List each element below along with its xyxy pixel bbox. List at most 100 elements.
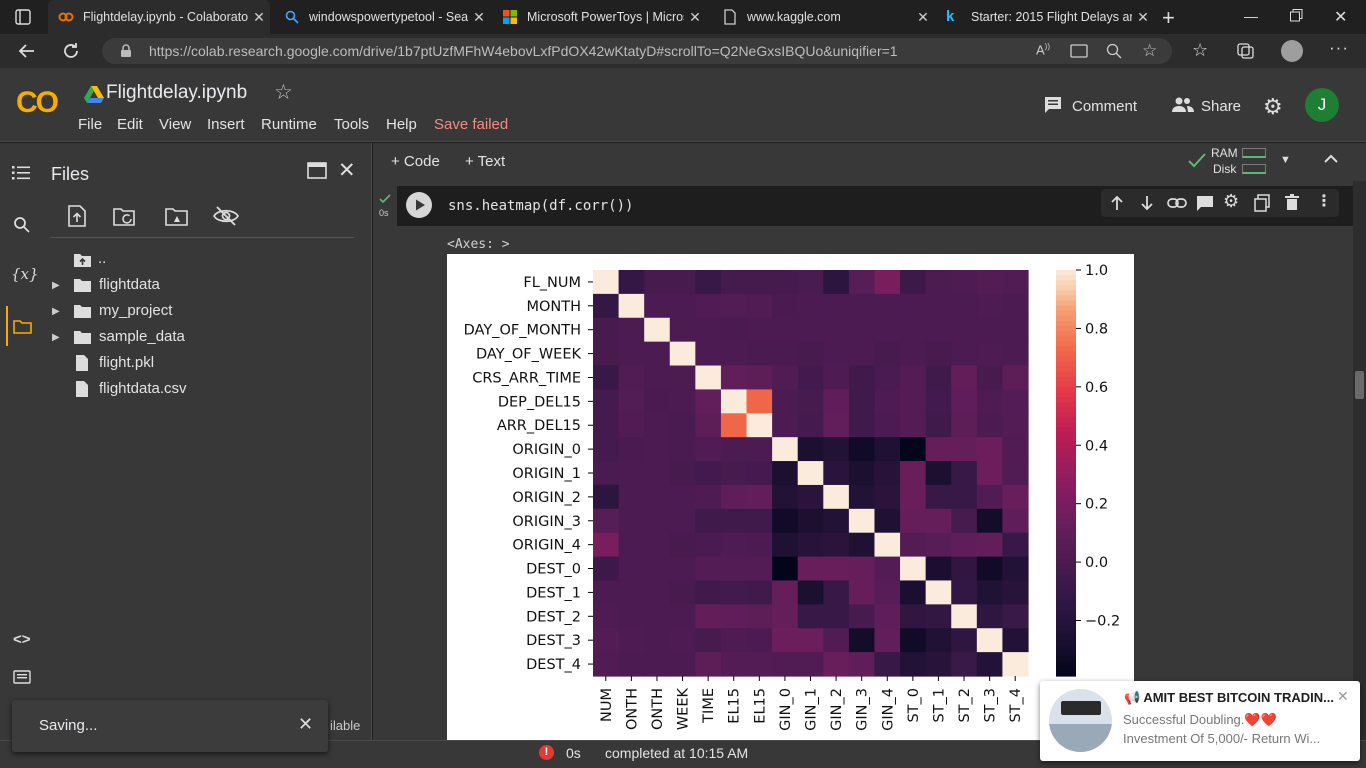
- vertical-scrollbar[interactable]: [1353, 181, 1366, 740]
- colorbar-segment: [1056, 462, 1076, 469]
- settings-gear-icon[interactable]: ⚙: [1263, 94, 1283, 120]
- star-icon[interactable]: ☆: [274, 80, 293, 105]
- close-tab-icon[interactable]: ✕: [248, 9, 270, 26]
- heatmap-cell: [772, 389, 799, 414]
- minimize-window-icon[interactable]: —: [1244, 8, 1258, 24]
- open-in-tab-icon[interactable]: [307, 162, 327, 179]
- share-button[interactable]: Share: [1201, 98, 1241, 115]
- menu-view[interactable]: View: [159, 116, 191, 133]
- heatmap-cell: [900, 413, 927, 438]
- read-aloud-icon[interactable]: A)): [1036, 42, 1050, 57]
- move-up-arrow-icon[interactable]: [1110, 195, 1124, 211]
- tree-item-flightdata-csv[interactable]: flightdata.csv: [99, 380, 187, 397]
- profile-avatar-icon[interactable]: [1281, 40, 1303, 62]
- mirror-cell-icon[interactable]: [1254, 194, 1270, 212]
- save-failed-status[interactable]: Save failed: [434, 116, 508, 133]
- menu-insert[interactable]: Insert: [207, 116, 245, 133]
- expand-arrow-icon[interactable]: ▶: [52, 332, 60, 343]
- connected-check-icon[interactable]: [1187, 152, 1207, 170]
- close-tab-icon[interactable]: ✕: [912, 9, 934, 26]
- close-ad-icon[interactable]: ✕: [1337, 688, 1349, 705]
- tree-item-flightdata[interactable]: flightdata: [99, 276, 160, 293]
- favorites-icon[interactable]: ☆: [1192, 40, 1208, 61]
- add-favorite-icon[interactable]: ☆: [1142, 41, 1157, 61]
- tree-item-sample-data[interactable]: sample_data: [99, 328, 185, 345]
- close-toast-icon[interactable]: ✕: [298, 714, 313, 735]
- tab-colab[interactable]: Flightdelay.ipynb - Colaborato ✕: [48, 0, 270, 34]
- resources-dropdown-icon[interactable]: ▼: [1280, 154, 1291, 166]
- close-panel-icon[interactable]: ✕: [338, 158, 356, 183]
- upload-file-icon[interactable]: [68, 205, 86, 227]
- add-code-button[interactable]: + Code: [391, 153, 440, 170]
- url-field[interactable]: https://colab.research.google.com/drive/…: [102, 38, 1172, 64]
- collapse-chevron-up-icon[interactable]: [1323, 151, 1339, 167]
- heatmap-cell: [951, 437, 978, 462]
- tab-powertoys[interactable]: Microsoft PowerToys | Micros ✕: [492, 0, 706, 34]
- app-available-icon[interactable]: [1070, 43, 1088, 59]
- share-people-icon[interactable]: [1172, 97, 1194, 113]
- file-icon: [75, 380, 89, 398]
- tab-search[interactable]: windowspowertypetool - Sea ✕: [274, 0, 490, 34]
- heatmap-cell: [1002, 317, 1029, 343]
- table-of-contents-icon[interactable]: [12, 166, 30, 180]
- menu-tools[interactable]: Tools: [334, 116, 369, 133]
- more-options-icon[interactable]: ···: [1329, 38, 1349, 58]
- ad-notification[interactable]: 📢 AMIT BEST BITCOIN TRADIN... Successful…: [1040, 681, 1360, 761]
- search-icon[interactable]: [13, 216, 30, 233]
- colorbar-segment: [1056, 650, 1076, 657]
- new-tab-icon[interactable]: +: [1162, 5, 1175, 31]
- expand-arrow-icon[interactable]: ▶: [52, 306, 60, 317]
- close-tab-icon[interactable]: ✕: [1132, 9, 1154, 26]
- cell-settings-gear-icon[interactable]: ⚙: [1223, 191, 1239, 212]
- more-vert-icon[interactable]: ⋮: [1316, 191, 1332, 211]
- menu-file[interactable]: File: [78, 116, 102, 133]
- colorbar-segment: [1056, 452, 1076, 459]
- tree-item-flight-pkl[interactable]: flight.pkl: [99, 354, 154, 371]
- mount-drive-icon[interactable]: [165, 207, 188, 226]
- tree-item-parent[interactable]: ..: [98, 250, 106, 267]
- colorbar-segment: [1056, 599, 1076, 606]
- tab-actions-icon[interactable]: [15, 9, 31, 25]
- menu-help[interactable]: Help: [386, 116, 417, 133]
- move-down-arrow-icon[interactable]: [1140, 195, 1154, 211]
- refresh-folder-icon[interactable]: [113, 207, 139, 227]
- refresh-icon[interactable]: [62, 42, 80, 60]
- close-tab-icon[interactable]: ✕: [684, 9, 706, 26]
- lock-icon[interactable]: [120, 44, 132, 58]
- menu-runtime[interactable]: Runtime: [261, 116, 317, 133]
- back-arrow-icon[interactable]: [18, 42, 36, 60]
- delete-trash-icon[interactable]: [1285, 194, 1299, 211]
- hide-files-eye-icon[interactable]: [213, 206, 239, 226]
- zoom-icon[interactable]: [1106, 43, 1122, 59]
- heatmap-cell: [823, 341, 850, 367]
- user-avatar[interactable]: J: [1305, 88, 1339, 122]
- notebook-title[interactable]: Flightdelay.ipynb: [106, 82, 247, 104]
- link-icon[interactable]: [1167, 198, 1187, 208]
- tab-starter[interactable]: k Starter: 2015 Flight Delays an ✕: [936, 0, 1154, 34]
- run-cell-button[interactable]: [406, 192, 432, 218]
- code-cell[interactable]: sns.heatmap(df.corr()) ⚙ ⋮: [397, 186, 1353, 226]
- code-editor[interactable]: sns.heatmap(df.corr()): [448, 198, 633, 214]
- parent-folder-icon[interactable]: [73, 253, 92, 268]
- tab-kaggle[interactable]: www.kaggle.com ✕: [712, 0, 934, 34]
- comment-icon[interactable]: [1196, 195, 1214, 212]
- command-palette-icon[interactable]: [13, 670, 31, 684]
- expand-arrow-icon[interactable]: ▶: [52, 280, 60, 291]
- variables-icon[interactable]: {x}: [11, 265, 39, 283]
- heatmap-cell: [874, 484, 901, 510]
- menu-edit[interactable]: Edit: [117, 116, 143, 133]
- x-tick-label: ST_0: [906, 688, 922, 723]
- close-tab-icon[interactable]: ✕: [468, 9, 490, 26]
- collections-icon[interactable]: [1237, 43, 1255, 59]
- close-window-icon[interactable]: ✕: [1334, 7, 1347, 27]
- tree-item-my-project[interactable]: my_project: [99, 302, 172, 319]
- folder-icon[interactable]: [13, 320, 32, 334]
- add-text-button[interactable]: + Text: [465, 153, 505, 170]
- code-snippets-icon[interactable]: <>: [13, 631, 31, 648]
- comment-icon[interactable]: [1044, 96, 1062, 114]
- error-icon[interactable]: !: [539, 745, 554, 760]
- comment-button[interactable]: Comment: [1072, 98, 1137, 115]
- restore-window-icon[interactable]: [1290, 9, 1303, 22]
- scrollbar-thumb[interactable]: [1355, 371, 1364, 399]
- colab-logo-icon[interactable]: CO: [16, 86, 59, 120]
